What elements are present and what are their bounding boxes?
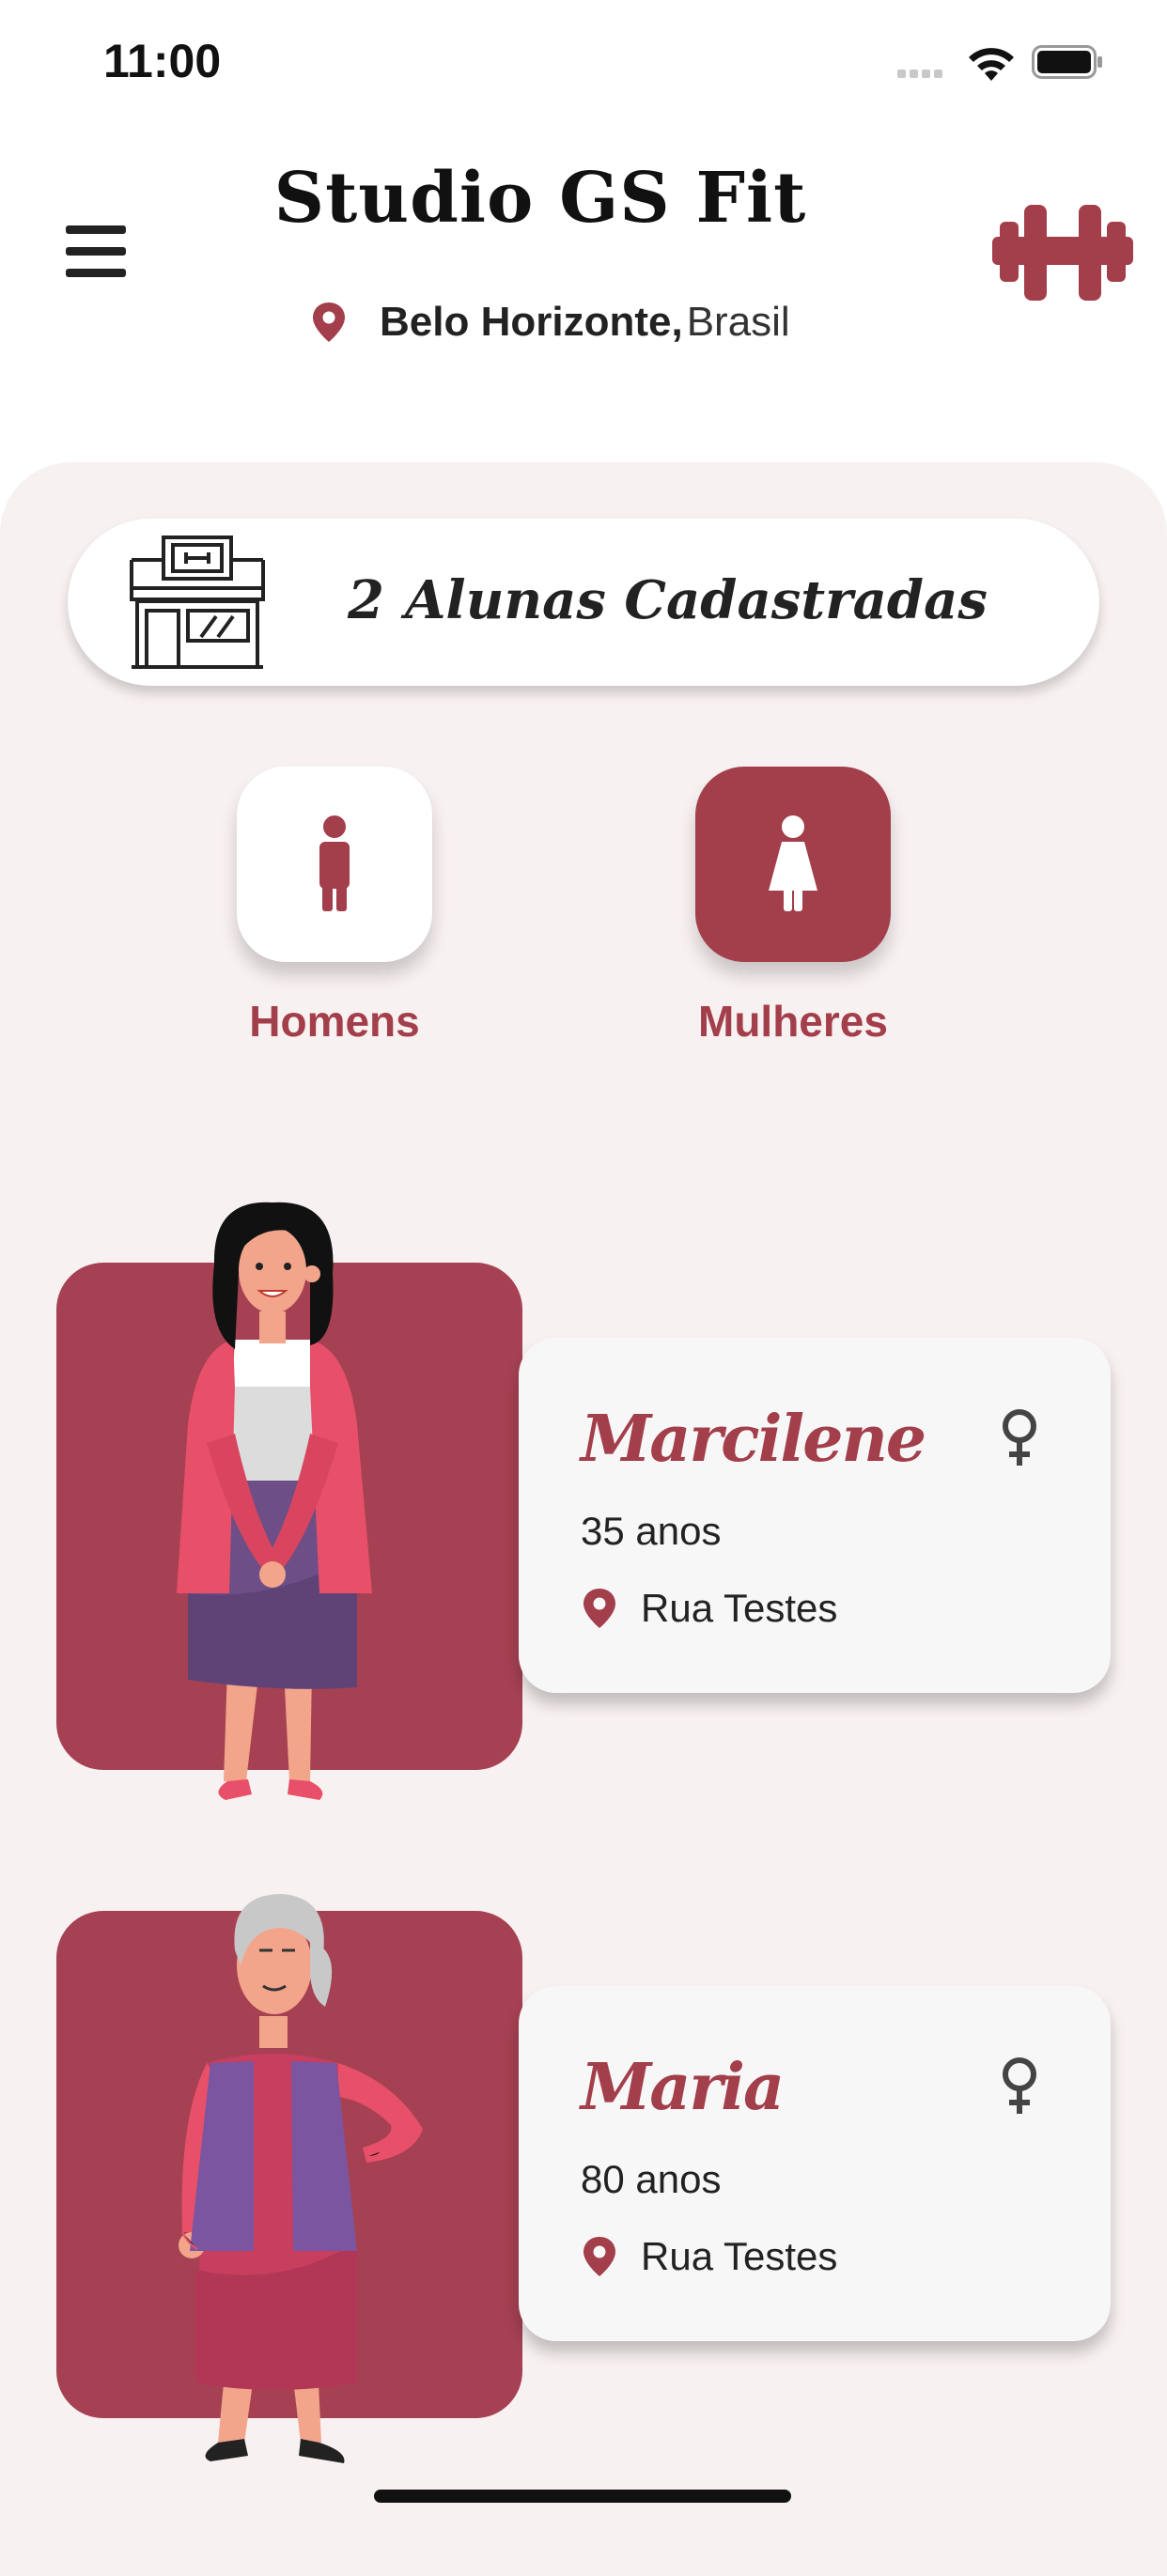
- female-gender-icon: [1003, 2057, 1036, 2114]
- student-address: Rua Testes: [581, 2234, 837, 2279]
- app-title: Studio GS Fit: [273, 158, 807, 239]
- student-address-text: Rua Testes: [641, 1586, 838, 1630]
- location-pin-icon: [584, 2237, 615, 2276]
- cellular-signal-icon: [897, 66, 946, 83]
- student-age: 35 anos: [581, 1509, 722, 1553]
- location-pin-icon: [584, 1589, 615, 1628]
- location-label: Belo Horizonte, Brasil: [310, 299, 790, 346]
- dumbbell-icon[interactable]: [992, 201, 1133, 304]
- student-avatar-marcilene[interactable]: [169, 1199, 395, 1819]
- location-pin-icon: [313, 303, 345, 342]
- gym-store-icon: [130, 535, 265, 669]
- status-time: 11:00: [103, 35, 222, 87]
- student-age: 80 anos: [581, 2157, 722, 2201]
- wifi-icon: [969, 48, 1014, 81]
- women-filter-button[interactable]: [695, 767, 891, 962]
- men-filter-button[interactable]: [237, 767, 432, 962]
- student-avatar-maria[interactable]: [169, 1875, 442, 2476]
- home-indicator[interactable]: [374, 2490, 791, 2503]
- female-gender-icon: [1003, 1409, 1036, 1466]
- battery-icon: [1032, 45, 1102, 79]
- location-city: Belo Horizonte,: [380, 299, 683, 345]
- women-filter-label[interactable]: Mulheres: [652, 996, 934, 1047]
- registered-students-text: 2 Alunas Cadastradas: [348, 569, 988, 631]
- male-person-icon: [319, 815, 350, 911]
- student-address: Rua Testes: [581, 1586, 837, 1631]
- students-count: 2: [348, 569, 384, 631]
- female-person-icon: [769, 815, 817, 911]
- student-name: Maria: [581, 2050, 785, 2125]
- students-label: Alunas Cadastradas: [404, 569, 988, 631]
- location-country: Brasil: [686, 299, 790, 345]
- student-address-text: Rua Testes: [641, 2234, 838, 2278]
- student-name: Marcilene: [581, 1402, 926, 1477]
- men-filter-label[interactable]: Homens: [194, 996, 475, 1047]
